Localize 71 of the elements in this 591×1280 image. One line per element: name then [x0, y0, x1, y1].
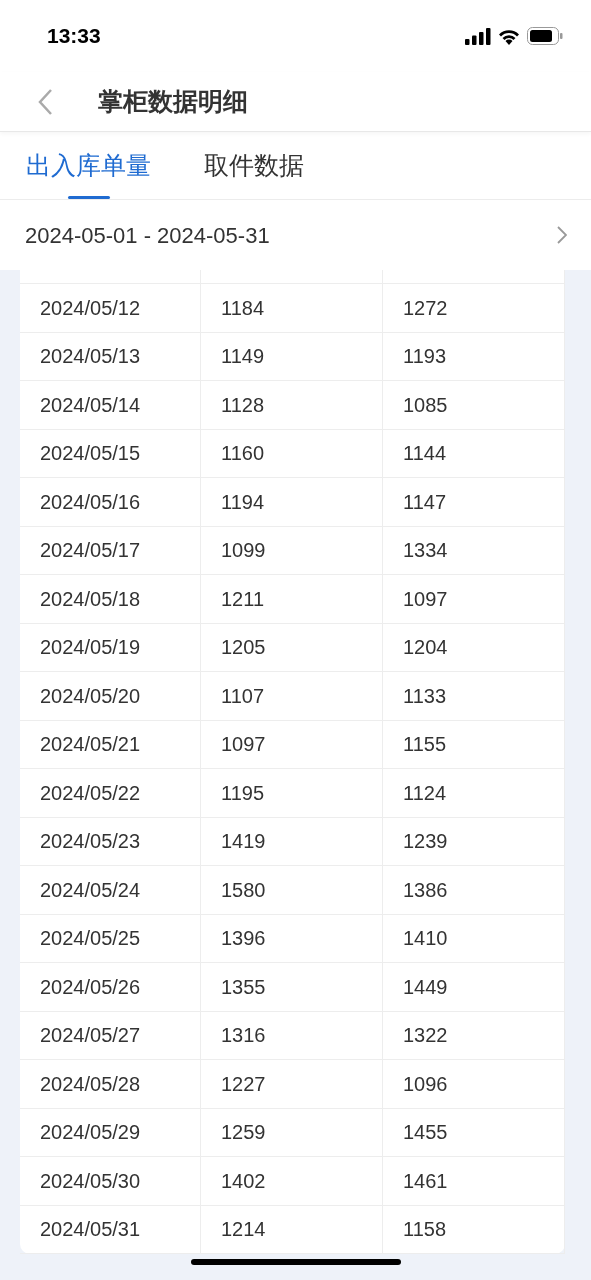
- table-cell-text: 1099: [221, 538, 266, 564]
- table-cell-text: 1455: [403, 1120, 448, 1146]
- table-cell-text: 2024/05/26: [40, 974, 141, 1000]
- table-cell-text: 1184: [221, 295, 264, 321]
- table-cell-text: 1396: [221, 926, 266, 952]
- table-cell-text: 2024/05/29: [40, 1120, 141, 1146]
- tab[interactable]: 取件数据: [204, 132, 304, 199]
- tab-indicator: [67, 196, 110, 199]
- table-cell-text: 1386: [403, 877, 448, 903]
- table-cell-text: 1239: [403, 829, 448, 855]
- table-cell-text: 1211: [221, 586, 264, 612]
- table-cell-text: 1316: [221, 1023, 266, 1049]
- table-cell-text: 1107: [221, 683, 264, 709]
- table-cell-text: 2024/05/27: [40, 1023, 141, 1049]
- table-cell-text: 2024/05/16: [40, 489, 141, 515]
- table-cell-text: 2024/05/18: [40, 586, 141, 612]
- table-cell-text: 2024/05/13: [40, 344, 141, 370]
- table-cell-text: 1155: [403, 732, 446, 758]
- table-cell-text: 1204: [403, 635, 448, 661]
- table-cell-text: 1419: [221, 829, 266, 855]
- table-cell-text: 1355: [221, 974, 266, 1000]
- table-cell-text: 1205: [221, 635, 266, 661]
- table-cell-text: 1085: [403, 392, 448, 418]
- table-cell-text: 1097: [403, 586, 448, 612]
- table-cell-text: 1160: [221, 441, 264, 467]
- table-cell-text: 1322: [403, 1023, 448, 1049]
- table-cell-text: 1147: [403, 489, 446, 515]
- table-cell-text: 1149: [221, 344, 264, 370]
- table-cell-text: 1449: [403, 974, 448, 1000]
- signal-icon: [465, 27, 491, 45]
- table-cell-text: 2024/05/15: [40, 441, 141, 467]
- table-cell-text: 2024/05/21: [40, 732, 141, 758]
- table-cell-text: 1195: [221, 780, 264, 806]
- table-cell-text: 1133: [403, 683, 446, 709]
- table-cell-text: 1461: [403, 1168, 448, 1194]
- table-cell-text: 1410: [403, 926, 448, 952]
- table-cell-text: 1158: [403, 1217, 446, 1243]
- table-cell-text: 2024/05/17: [40, 538, 141, 564]
- table-cell-text: 1124: [403, 780, 446, 806]
- table-cell-text: 2024/05/23: [40, 829, 141, 855]
- table-cell-text: 1096: [403, 1071, 448, 1097]
- table-cell-text: 1227: [221, 1071, 266, 1097]
- battery-icon: [527, 27, 563, 45]
- table-cell-text: 1097: [221, 732, 266, 758]
- date-range-selector[interactable]: 2024-05-01 - 2024-05-31: [0, 200, 591, 270]
- table-cell-text: 1144: [403, 441, 446, 467]
- table-cell-text: 2024/05/31: [40, 1217, 141, 1243]
- table-cell-text: 2024/05/19: [40, 635, 141, 661]
- table-cell-text: 2024/05/22: [40, 780, 141, 806]
- table-cell-text: 2024/05/20: [40, 683, 141, 709]
- table-cell-text: 2024/05/30: [40, 1168, 141, 1194]
- table-cell-text: 1194: [221, 489, 264, 515]
- table-cell-text: 2024/05/28: [40, 1071, 141, 1097]
- table-cell-text: 2024/05/25: [40, 926, 141, 952]
- table-cell-text: 1193: [403, 344, 446, 370]
- wifi-icon: [497, 27, 521, 45]
- table-cell-text: 2024/05/24: [40, 877, 141, 903]
- table-cell-text: 2024/05/12: [40, 295, 141, 321]
- table-cell-text: 1128: [221, 392, 264, 418]
- tab[interactable]: 出入库单量: [26, 132, 151, 199]
- status-time: 13:33: [47, 23, 101, 50]
- table-cell-text: 1580: [221, 877, 266, 903]
- table-cell-text: 1402: [221, 1168, 266, 1194]
- table-cell-text: 1259: [221, 1120, 266, 1146]
- table-cell-text: 1334: [403, 538, 448, 564]
- chevron-right-icon: [557, 225, 567, 245]
- table-cell-text: 2024/05/14: [40, 392, 141, 418]
- page-title: 掌柜数据明细: [98, 85, 248, 117]
- back-icon: [37, 87, 53, 116]
- table-cell-text: 1272: [403, 295, 448, 321]
- table-cell-text: 1214: [221, 1217, 266, 1243]
